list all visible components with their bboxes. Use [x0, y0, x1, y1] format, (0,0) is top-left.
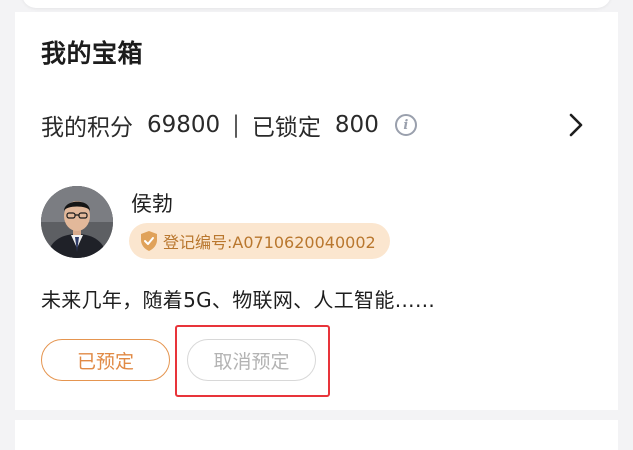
previous-card-edge: [22, 0, 611, 8]
author-name: 侯勃: [131, 192, 173, 216]
cancel-reservation-button[interactable]: 取消预定: [187, 339, 316, 381]
points-label: 我的积分: [41, 115, 133, 141]
registration-badge: 登记编号:A0710620040002: [129, 223, 390, 259]
locked-value: 800: [334, 112, 379, 138]
card-title: 我的宝箱: [41, 39, 144, 68]
locked-label: 已锁定: [251, 115, 321, 141]
registration-number: 登记编号:A0710620040002: [163, 233, 376, 252]
points-summary-row[interactable]: 我的积分 69800 | 已锁定 800 i: [41, 110, 600, 141]
next-card-edge: [15, 420, 618, 450]
reserved-button[interactable]: 已预定: [41, 339, 170, 381]
avatar: [41, 186, 113, 258]
shield-check-icon: [141, 231, 157, 251]
treasure-chest-card: 我的宝箱 我的积分 69800 | 已锁定 800 i 侯勃 登记编号:A071…: [15, 12, 618, 410]
item-description: 未来几年，随着5G、物联网、人工智能……: [41, 288, 436, 312]
separator: |: [232, 112, 240, 138]
chevron-right-icon[interactable]: [562, 112, 588, 138]
info-icon[interactable]: i: [394, 114, 417, 136]
points-value: 69800: [147, 112, 221, 138]
